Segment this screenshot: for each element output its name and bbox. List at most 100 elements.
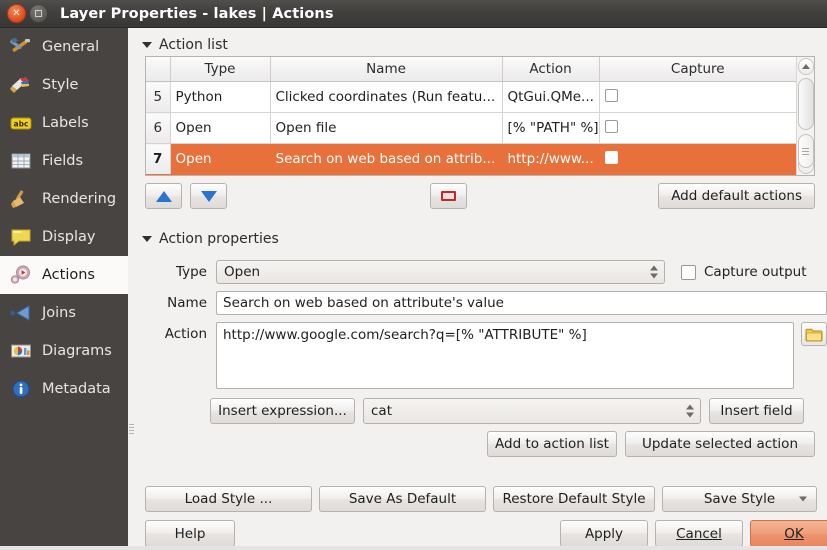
sidebar-item-actions[interactable]: Actions [0, 256, 128, 294]
row-number: 5 [146, 81, 171, 113]
capture-checkbox[interactable] [604, 119, 618, 133]
remove-action-button[interactable] [430, 183, 467, 209]
save-as-default-button[interactable]: Save As Default [319, 486, 486, 512]
sidebar-item-label: Rendering [42, 190, 117, 207]
type-combo-value: Open [224, 264, 261, 280]
row-number: 6 [146, 112, 171, 144]
cell-capture[interactable] [599, 81, 796, 113]
apply-button[interactable]: Apply [560, 520, 648, 547]
scrollbar-thumb-upper[interactable] [797, 78, 814, 130]
sidebar-item-display[interactable]: Display [0, 218, 128, 256]
style-buttons-row: Load Style ... Save As Default Restore D… [134, 486, 827, 512]
triangle-down-icon[interactable] [142, 236, 152, 242]
help-button[interactable]: Help [145, 520, 235, 547]
chevron-updown-icon[interactable] [650, 265, 658, 279]
cell-type: Open [170, 112, 271, 144]
sidebar-item-label: Actions [42, 266, 95, 283]
sidebar-item-label: Joins [42, 304, 76, 321]
dialog-buttons-row: Help Apply Cancel OK [134, 520, 827, 547]
cell-action: http://www... [502, 143, 600, 175]
table-row[interactable]: 6 Open Open file [% "PATH" %] [146, 112, 796, 144]
cell-type: Open [170, 143, 271, 175]
scrollbar-thumb[interactable] [797, 134, 814, 168]
restore-default-style-button[interactable]: Restore Default Style [493, 486, 655, 512]
close-icon[interactable]: ✕ [7, 4, 26, 23]
sidebar-item-style[interactable]: Style [0, 66, 128, 104]
cancel-button[interactable]: Cancel [655, 520, 743, 547]
ok-label: OK [784, 525, 804, 542]
cell-name: Search on web based on attrib... [270, 143, 503, 175]
scrollbar-track[interactable] [797, 76, 814, 168]
sidebar-item-metadata[interactable]: Metadata [0, 370, 128, 408]
ok-button[interactable]: OK [750, 520, 827, 547]
sidebar-item-label: Metadata [42, 380, 111, 397]
column-header-action[interactable]: Action [502, 57, 600, 82]
layer-properties-dialog: ✕ Layer Properties - lakes | Actions Gen… [0, 0, 827, 550]
chevron-down-icon[interactable] [799, 496, 807, 502]
capture-output-label: Capture output [704, 264, 807, 280]
action-textarea[interactable]: http://www.google.com/search?q=[% "ATTRI… [216, 322, 794, 389]
column-header-type[interactable]: Type [170, 57, 271, 82]
paintbrush-icon [8, 73, 34, 97]
sidebar-item-fields[interactable]: Fields [0, 142, 128, 180]
action-list-group-title: Action list [159, 37, 228, 53]
name-input[interactable]: Search on web based on attribute's value [216, 291, 827, 315]
triangle-down-icon[interactable] [142, 42, 152, 48]
action-list-table[interactable]: Type Name Action Capture 5 Python Clicke… [145, 56, 815, 176]
save-style-label: Save Style [703, 491, 776, 507]
capture-output-field[interactable]: Capture output [681, 264, 807, 280]
column-header-rownum[interactable] [146, 57, 171, 82]
sidebar-item-label: General [42, 38, 100, 55]
action-list-group-header[interactable]: Action list [140, 34, 228, 56]
abc-label-icon: abc [8, 111, 34, 135]
capture-checkbox[interactable] [604, 150, 618, 164]
remove-icon [441, 191, 456, 201]
action-list-scrollbar[interactable] [796, 57, 814, 175]
arrow-down-icon [200, 190, 217, 202]
cancel-label: Cancel [676, 525, 722, 542]
cell-capture[interactable] [599, 143, 796, 175]
add-default-actions-button[interactable]: Add default actions [658, 183, 815, 209]
hammer-wrench-icon [8, 35, 34, 59]
cell-action: [% "PATH" %] [502, 112, 600, 144]
chevron-updown-icon[interactable] [686, 404, 694, 418]
sidebar-item-label: Labels [42, 114, 89, 131]
field-combo[interactable]: cat [363, 398, 701, 424]
sidebar-item-diagrams[interactable]: Diagrams [0, 332, 128, 370]
window-controls: ✕ [7, 4, 48, 23]
sidebar-item-general[interactable]: General [0, 28, 128, 66]
table-row-selected[interactable]: 7 Open Search on web based on attrib... … [146, 143, 796, 175]
table-row[interactable]: 5 Python Clicked coordinates (Run featu.… [146, 81, 796, 113]
insert-field-button[interactable]: Insert field [709, 398, 804, 424]
scroll-up-arrow-icon[interactable] [797, 58, 814, 75]
title-bar: ✕ Layer Properties - lakes | Actions [0, 0, 827, 28]
cell-name: Clicked coordinates (Run featu... [270, 81, 503, 113]
action-properties-group-header[interactable]: Action properties [140, 228, 827, 250]
cell-capture[interactable] [599, 112, 796, 144]
speech-bubble-icon [8, 225, 34, 249]
type-combo[interactable]: Open [216, 260, 665, 284]
sidebar-item-label: Fields [42, 152, 84, 169]
action-properties-group-title: Action properties [159, 231, 279, 247]
cell-type: Python [170, 81, 271, 113]
update-selected-action-button[interactable]: Update selected action [625, 431, 815, 457]
sidebar-item-rendering[interactable]: Rendering [0, 180, 128, 218]
load-style-button[interactable]: Load Style ... [145, 486, 312, 512]
maximize-icon[interactable] [29, 4, 48, 23]
column-header-capture[interactable]: Capture [599, 57, 796, 82]
sidebar-item-joins[interactable]: Joins [0, 294, 128, 332]
save-style-button[interactable]: Save Style [662, 486, 817, 512]
sidebar-item-label: Display [42, 228, 96, 245]
sidebar-item-labels[interactable]: abc Labels [0, 104, 128, 142]
column-header-name[interactable]: Name [270, 57, 503, 82]
move-down-button[interactable] [190, 183, 227, 209]
window-title: Layer Properties - lakes | Actions [60, 5, 334, 22]
move-up-button[interactable] [145, 183, 182, 209]
capture-checkbox[interactable] [604, 88, 618, 102]
info-circle-icon [8, 377, 34, 401]
browse-button[interactable] [801, 322, 827, 346]
insert-expression-button[interactable]: Insert expression... [210, 398, 355, 424]
capture-output-checkbox[interactable] [681, 264, 696, 280]
action-properties-section: Action properties Type Open Capture outp… [134, 228, 827, 464]
add-to-action-list-button[interactable]: Add to action list [487, 431, 617, 457]
